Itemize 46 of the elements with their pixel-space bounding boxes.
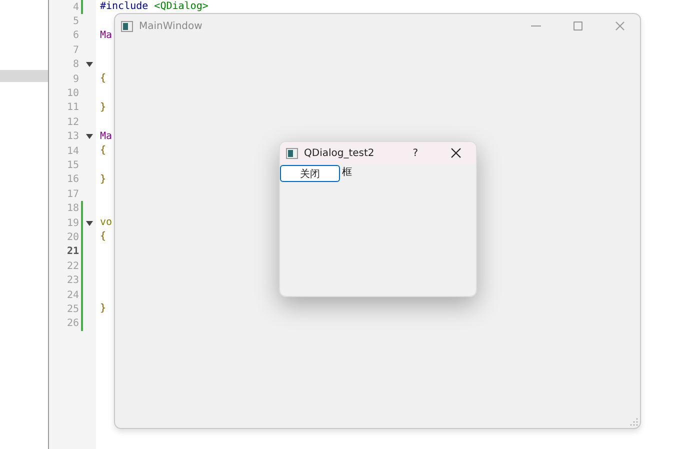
help-button[interactable]: ? — [412, 148, 418, 158]
line-number: 22 — [66, 260, 79, 272]
selected-row-highlight — [0, 70, 48, 82]
fold-arrow-icon[interactable] — [86, 62, 93, 68]
resize-grip-icon[interactable] — [630, 418, 638, 426]
dialog-title: QDialog_test2 — [304, 148, 374, 158]
code-line: Ma — [100, 30, 112, 41]
line-number: 13 — [66, 131, 79, 142]
line-number: 11 — [66, 102, 79, 114]
fold-arrow-icon[interactable] — [86, 220, 93, 226]
line-number: 5 — [72, 16, 79, 28]
line-number: 14 — [66, 146, 79, 157]
close-icon[interactable] — [450, 147, 462, 159]
code-line: { — [100, 146, 106, 156]
code-line: } — [100, 174, 106, 185]
line-number: 26 — [66, 318, 79, 330]
window-icon — [286, 148, 298, 158]
code-line: { — [100, 74, 106, 84]
line-number: 25 — [66, 304, 79, 315]
line-number: 24 — [66, 290, 79, 300]
line-number: 23 — [66, 275, 79, 286]
code-line: { — [100, 232, 106, 242]
line-number: 6 — [72, 30, 79, 42]
code-line: #include <QDialog> — [100, 1, 208, 12]
line-number: 9 — [72, 74, 79, 85]
line-number: 21 — [66, 246, 79, 258]
fold-arrow-icon[interactable] — [86, 134, 93, 140]
code-line: vo — [100, 218, 112, 228]
line-number: 7 — [72, 44, 79, 56]
line-number: 12 — [66, 116, 79, 128]
window-title: MainWindow — [139, 20, 202, 32]
line-number: 17 — [66, 188, 79, 200]
line-number: 10 — [66, 88, 79, 100]
code-line: Ma — [100, 132, 112, 142]
line-number: 15 — [66, 160, 79, 171]
code-line: } — [100, 304, 106, 314]
window-icon — [121, 20, 133, 32]
line-number: 8 — [72, 59, 79, 70]
line-number: 16 — [66, 174, 79, 186]
line-number: 18 — [66, 203, 79, 214]
code-line: } — [100, 102, 106, 113]
line-number: 19 — [66, 218, 79, 229]
line-number: 20 — [66, 232, 79, 243]
line-number: 4 — [72, 2, 79, 13]
close-button[interactable]: 关闭 — [280, 165, 340, 182]
dialog-label: 框 — [342, 166, 352, 179]
